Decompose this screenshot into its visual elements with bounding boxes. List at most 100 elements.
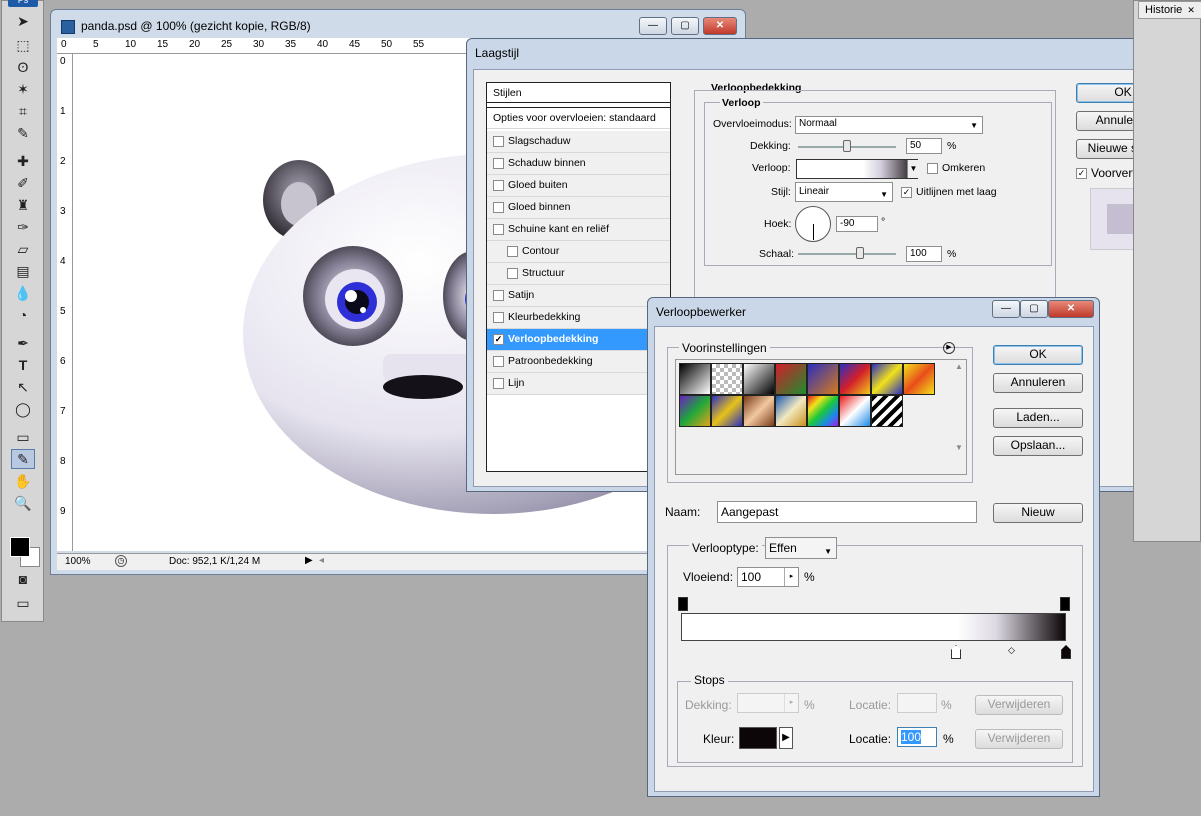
style-item-checkbox[interactable]	[493, 377, 504, 389]
stop-color-menu-icon[interactable]: ▶	[779, 727, 793, 749]
stop-color-swatch[interactable]	[739, 727, 777, 749]
name-input[interactable]: Aangepast	[717, 501, 977, 523]
angle-dial[interactable]	[795, 206, 831, 242]
stop-color-location-input[interactable]: 100	[897, 727, 937, 747]
presets-menu-icon[interactable]: ▶	[943, 342, 955, 354]
minimize-button[interactable]: —	[992, 300, 1020, 318]
chevron-down-icon[interactable]: ▼	[907, 160, 919, 178]
preset-swatch[interactable]	[871, 395, 903, 427]
style-item-checkbox[interactable]	[493, 179, 504, 191]
scale-slider[interactable]	[798, 253, 896, 255]
maximize-button[interactable]: ▢	[671, 17, 699, 35]
opacity-slider-handle[interactable]	[843, 140, 851, 152]
preset-swatch[interactable]	[679, 395, 711, 427]
shape-tool-icon[interactable]: ◯	[11, 399, 35, 419]
angle-input[interactable]: -90	[836, 216, 878, 232]
style-item-checkbox[interactable]	[493, 311, 504, 323]
style-item[interactable]: Schaduw binnen	[487, 153, 670, 175]
scroll-left-icon[interactable]: ◂	[319, 555, 324, 566]
style-item-checkbox[interactable]	[507, 267, 518, 279]
style-item[interactable]: Slagschaduw	[487, 131, 670, 153]
style-item-checkbox[interactable]	[493, 157, 504, 169]
preset-swatch[interactable]	[807, 395, 839, 427]
magic-wand-tool-icon[interactable]: ✶	[11, 79, 35, 99]
style-item-checkbox[interactable]	[507, 245, 518, 257]
preset-swatch[interactable]	[903, 363, 935, 395]
save-button[interactable]: Opslaan...	[993, 436, 1083, 456]
preset-swatch[interactable]	[743, 395, 775, 427]
foreground-color-swatch[interactable]	[10, 537, 30, 557]
path-selection-tool-icon[interactable]: ↖	[11, 377, 35, 397]
screen-mode-icon[interactable]: ▭	[11, 593, 35, 613]
style-item[interactable]: ✓ Verloopbedekking	[487, 329, 670, 351]
scale-slider-handle[interactable]	[856, 247, 864, 259]
style-item[interactable]: Gloed binnen	[487, 197, 670, 219]
reverse-checkbox-wrap[interactable]: Omkeren	[927, 162, 985, 174]
preset-swatch[interactable]	[807, 363, 839, 395]
eyedropper-tool-icon[interactable]: ✎	[11, 123, 35, 143]
reverse-checkbox[interactable]	[927, 162, 938, 174]
preset-swatch[interactable]	[839, 363, 871, 395]
load-button[interactable]: Laden...	[993, 408, 1083, 428]
status-menu-icon[interactable]: ◷	[115, 555, 127, 567]
align-checkbox[interactable]: ✓	[901, 186, 912, 198]
styles-header[interactable]: Stijlen	[487, 83, 670, 103]
preset-swatch[interactable]	[711, 395, 743, 427]
gradient-tool-icon[interactable]: ▤	[11, 261, 35, 281]
style-item-checkbox[interactable]	[493, 289, 504, 301]
opacity-input[interactable]: 50	[906, 138, 942, 154]
status-arrow-icon[interactable]: ▶	[305, 555, 313, 566]
align-checkbox-wrap[interactable]: ✓ Uitlijnen met laag	[901, 186, 997, 198]
style-item[interactable]: Kleurbedekking	[487, 307, 670, 329]
blend-mode-select[interactable]: Normaal ▼	[795, 116, 983, 134]
preset-swatch[interactable]	[679, 363, 711, 395]
history-tab[interactable]: Historie ✕	[1138, 1, 1201, 19]
style-item-checkbox[interactable]	[493, 223, 504, 235]
style-item-checkbox[interactable]	[493, 135, 504, 147]
close-button[interactable]: ✕	[1048, 300, 1094, 318]
preset-swatch[interactable]	[711, 363, 743, 395]
smoothness-arrow-icon[interactable]: ▸	[784, 568, 798, 586]
brush-tool-icon[interactable]: ✐	[11, 173, 35, 193]
blend-options-item[interactable]: Opties voor overvloeien: standaard	[487, 107, 670, 129]
style-item[interactable]: Satijn	[487, 285, 670, 307]
scale-input[interactable]: 100	[906, 246, 942, 262]
style-item-checkbox[interactable]: ✓	[493, 333, 504, 345]
minimize-button[interactable]: —	[639, 17, 667, 35]
dodge-tool-icon[interactable]: ◔	[11, 305, 35, 325]
close-icon[interactable]: ✕	[1187, 5, 1195, 15]
smoothness-input[interactable]: 100 ▸	[737, 567, 799, 587]
stamp-tool-icon[interactable]: ♜	[11, 195, 35, 215]
preset-swatch[interactable]	[839, 395, 871, 427]
pen-tool-icon[interactable]: ✒	[11, 333, 35, 353]
style-item[interactable]: Gloed buiten	[487, 175, 670, 197]
lasso-tool-icon[interactable]: ʘ	[11, 57, 35, 77]
zoom-level[interactable]: 100%	[65, 556, 91, 567]
move-tool-icon[interactable]: ➤	[11, 11, 35, 31]
style-item[interactable]: Schuine kant en reliëf	[487, 219, 670, 241]
style-item[interactable]: Structuur	[487, 263, 670, 285]
preset-swatch[interactable]	[775, 395, 807, 427]
marquee-tool-icon[interactable]: ⬚	[11, 35, 35, 55]
ok-button[interactable]: OK	[993, 345, 1083, 365]
cancel-button[interactable]: Annuleren	[993, 373, 1083, 393]
style-item[interactable]: Contour	[487, 241, 670, 263]
close-button[interactable]: ✕	[703, 17, 737, 35]
eraser-tool-icon[interactable]: ▱	[11, 239, 35, 259]
preview-checkbox[interactable]: ✓	[1076, 168, 1087, 180]
style-item-checkbox[interactable]	[493, 355, 504, 367]
presets-scrollbar[interactable]: ▲ ▼	[953, 362, 965, 472]
type-tool-icon[interactable]: T	[11, 355, 35, 375]
opacity-stop-right[interactable]	[1060, 597, 1070, 611]
gradient-preview[interactable]: ▼	[796, 159, 919, 179]
style-select[interactable]: Lineair ▼	[795, 182, 893, 202]
type-select[interactable]: Effen ▼	[765, 537, 837, 559]
style-item[interactable]: Lijn	[487, 373, 670, 395]
style-item-checkbox[interactable]	[493, 201, 504, 213]
opacity-stop-left[interactable]	[678, 597, 688, 611]
hand-tool-icon[interactable]: ✋	[11, 471, 35, 491]
maximize-button[interactable]: ▢	[1020, 300, 1048, 318]
preset-swatch[interactable]	[775, 363, 807, 395]
preset-swatch[interactable]	[871, 363, 903, 395]
quick-mask-icon[interactable]: ◙	[11, 569, 35, 589]
